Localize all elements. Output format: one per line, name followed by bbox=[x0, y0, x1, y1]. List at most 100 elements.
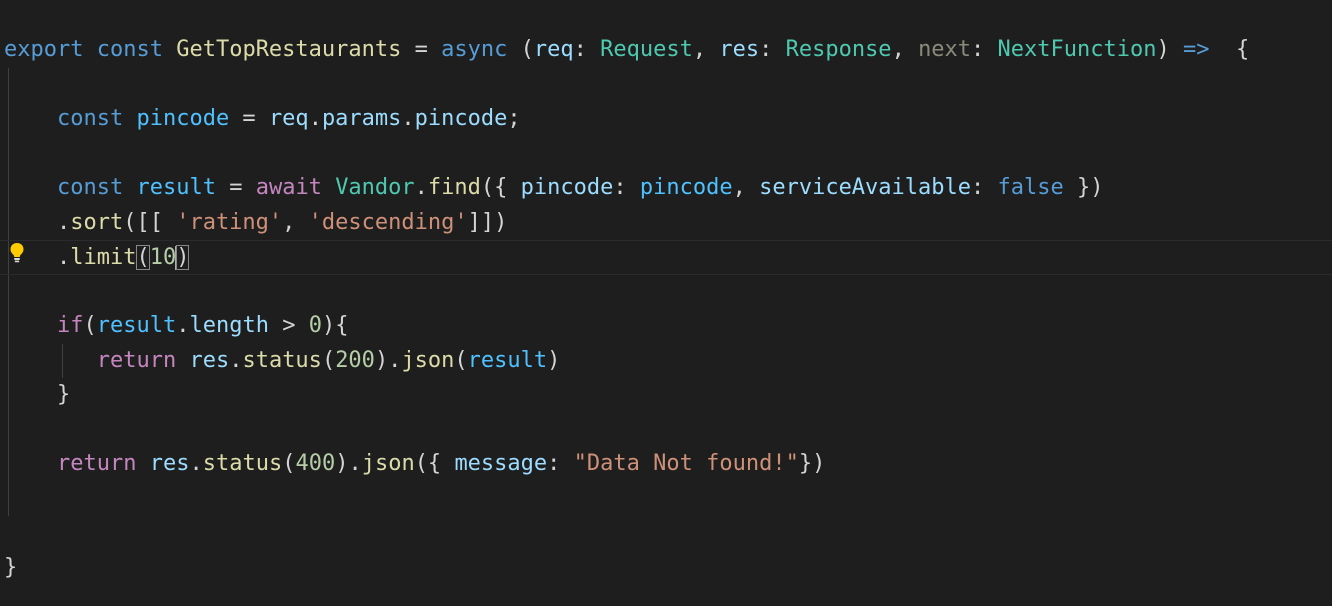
code-token: find bbox=[427, 175, 481, 200]
code-line[interactable]: const pincode = req.params.pincode; bbox=[0, 102, 1332, 137]
code-token: ). bbox=[374, 347, 402, 373]
code-line[interactable]: return res.status(400).json({ message: "… bbox=[0, 447, 1332, 482]
code-line[interactable]: if(result.length > 0){ bbox=[0, 309, 1332, 344]
code-token: async bbox=[441, 37, 508, 62]
code-token: export bbox=[4, 37, 84, 62]
code-token: . bbox=[401, 106, 415, 131]
code-line[interactable] bbox=[0, 68, 1332, 103]
code-token: . bbox=[189, 451, 203, 476]
code-token: length bbox=[189, 313, 269, 338]
code-line[interactable] bbox=[0, 482, 1332, 517]
code-line-content: } bbox=[4, 378, 70, 413]
code-token: : bbox=[613, 175, 640, 200]
code-line[interactable] bbox=[0, 516, 1332, 551]
code-token: . bbox=[229, 347, 243, 373]
code-line[interactable]: return res.status(200).json(result) bbox=[0, 344, 1332, 379]
code-token: ( bbox=[282, 451, 296, 476]
code-token: = bbox=[401, 37, 442, 62]
code-token: ]]) bbox=[467, 209, 508, 235]
code-line[interactable]: } bbox=[0, 551, 1332, 586]
code-token: ({ bbox=[480, 175, 521, 200]
code-token: NextFunction bbox=[997, 37, 1157, 62]
code-token: ){ bbox=[321, 313, 349, 338]
code-token: : bbox=[547, 451, 574, 476]
code-token: if bbox=[56, 313, 84, 338]
code-token: GetTopRestaurants bbox=[176, 37, 402, 62]
code-token: = bbox=[229, 106, 269, 131]
code-line[interactable]: .sort([[ 'rating', 'descending']]) bbox=[0, 206, 1332, 241]
code-token: params bbox=[321, 106, 402, 131]
code-token: > bbox=[268, 313, 309, 338]
code-line[interactable] bbox=[0, 413, 1332, 448]
code-line-content: .limit(10) bbox=[4, 241, 190, 276]
code-token: 'descending' bbox=[308, 209, 468, 235]
code-token: }) bbox=[1063, 175, 1104, 200]
code-line[interactable] bbox=[0, 275, 1332, 310]
code-token: Response bbox=[785, 37, 892, 62]
code-token: next bbox=[918, 37, 972, 62]
code-token: ( bbox=[83, 313, 97, 338]
code-token: ( bbox=[321, 347, 336, 373]
code-token: } bbox=[56, 382, 71, 407]
code-token: ) bbox=[176, 245, 190, 270]
code-token: , bbox=[891, 37, 919, 62]
code-line-content: return res.status(400).json({ message: "… bbox=[4, 447, 825, 482]
code-token: limit bbox=[70, 245, 137, 270]
code-token: 10 bbox=[149, 245, 177, 270]
code-token: , bbox=[282, 209, 309, 235]
code-token: const bbox=[96, 37, 163, 62]
code-token: await bbox=[255, 175, 322, 200]
code-token: status bbox=[202, 451, 283, 476]
code-token: Request bbox=[600, 37, 693, 62]
code-token: json bbox=[401, 347, 455, 373]
code-area[interactable]: export const GetTopRestaurants = async (… bbox=[0, 33, 1332, 585]
code-token: return bbox=[56, 451, 137, 476]
code-token: ). bbox=[335, 451, 362, 476]
code-token: : bbox=[971, 175, 998, 200]
code-token: return bbox=[96, 347, 177, 373]
code-token: = bbox=[215, 175, 256, 200]
code-token: . bbox=[308, 106, 322, 131]
code-token: { bbox=[1209, 37, 1250, 62]
code-line[interactable]: } bbox=[0, 378, 1332, 413]
code-line[interactable]: .limit(10) bbox=[0, 240, 1332, 275]
code-token: . bbox=[414, 175, 428, 200]
code-token: : bbox=[759, 37, 786, 62]
code-token: , bbox=[732, 175, 760, 200]
code-token: pincode bbox=[639, 175, 733, 200]
code-token: res bbox=[719, 37, 760, 62]
code-line-content: export const GetTopRestaurants = async (… bbox=[4, 33, 1249, 68]
code-token: result bbox=[136, 175, 216, 200]
code-line[interactable] bbox=[0, 137, 1332, 172]
code-token: 400 bbox=[295, 451, 336, 476]
code-token: pincode bbox=[136, 106, 230, 131]
code-token: ) bbox=[547, 347, 561, 373]
code-token: ) bbox=[1156, 37, 1183, 62]
code-token: json bbox=[361, 451, 415, 476]
code-token: const bbox=[56, 175, 124, 200]
code-editor[interactable]: export const GetTopRestaurants = async (… bbox=[0, 0, 1332, 606]
code-token: ( bbox=[136, 245, 150, 270]
code-line[interactable]: const result = await Vandor.find({ pinco… bbox=[0, 171, 1332, 206]
code-line[interactable]: export const GetTopRestaurants = async (… bbox=[0, 33, 1332, 68]
code-token: ( bbox=[454, 347, 468, 373]
code-token: : bbox=[573, 37, 601, 62]
code-token: . bbox=[56, 209, 71, 235]
code-token: const bbox=[56, 106, 124, 131]
code-token: . bbox=[176, 313, 190, 338]
code-token: 'rating' bbox=[176, 209, 283, 235]
code-line-content: if(result.length > 0){ bbox=[4, 309, 348, 344]
